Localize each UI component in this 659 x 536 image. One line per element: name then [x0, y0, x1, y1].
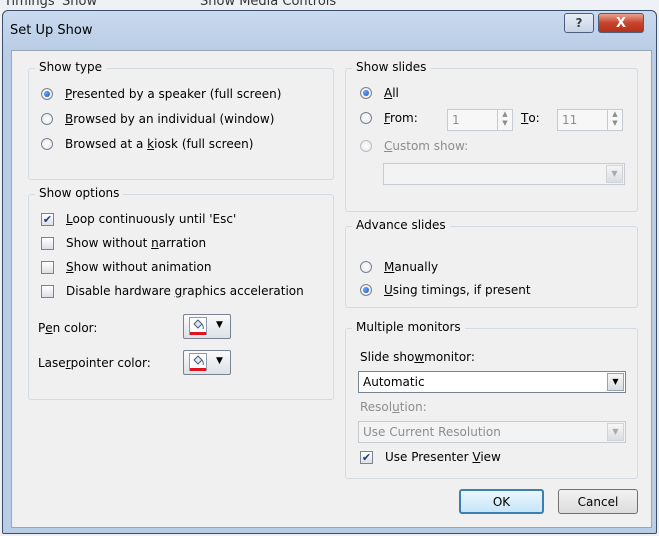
checkbox-label: Show without animation — [66, 260, 212, 274]
radio-label: From: — [384, 111, 418, 125]
background-ribbon: Timings Show Show Media Controls — [0, 0, 659, 10]
checkbox-label: Disable hardware graphics acceleration — [66, 284, 304, 298]
laser-color-swatch — [190, 368, 206, 371]
radio-indicator[interactable] — [41, 138, 53, 150]
radio-all-slides[interactable]: All — [360, 86, 399, 100]
radio-indicator[interactable] — [41, 113, 53, 125]
slide-show-monitor-label: Slide sho w monitor: — [360, 350, 475, 364]
laser-color-label: Lase r pointer color: — [38, 356, 151, 370]
multiple-monitors-group: Multiple monitors Slide sho w monitor: Au… — [345, 320, 638, 479]
laser-color-button[interactable]: ▼ — [183, 350, 231, 375]
checkbox[interactable]: ✔ — [360, 450, 373, 464]
radio-label: Browsed by an individual (window) — [65, 112, 275, 126]
checkbox-label: Use Presenter View — [385, 450, 501, 464]
to-label: To: — [521, 111, 540, 125]
chevron-down-icon: ▼ — [607, 373, 624, 391]
ribbon-tab-media-controls: Show Media Controls — [200, 0, 337, 9]
from-spin-buttons[interactable]: ▲ ▼ — [497, 110, 512, 130]
radio-manually[interactable]: Manually — [360, 260, 438, 274]
radio-label: Presented by a speaker (full screen) — [65, 87, 282, 101]
radio-indicator[interactable] — [360, 112, 372, 124]
check-use-presenter-view[interactable]: ✔ Use Presenter View — [360, 450, 501, 464]
to-spin-buttons[interactable]: ▲ ▼ — [607, 110, 622, 130]
show-slides-title: Show slides — [352, 60, 431, 74]
show-options-group: Show options ✔ Loop continuously until '… — [28, 186, 334, 400]
radio-indicator[interactable] — [360, 261, 372, 273]
show-type-group: Show type Presented by a speaker (full s… — [28, 60, 334, 180]
chevron-down-icon: ▼ — [606, 165, 623, 183]
radio-label: All — [384, 86, 399, 100]
radio-indicator[interactable] — [41, 88, 53, 100]
checkbox[interactable] — [41, 236, 54, 250]
check-without-animation[interactable]: Show without animation — [41, 260, 211, 274]
close-icon: X — [615, 15, 627, 31]
radio-label: Custom show: — [384, 139, 469, 153]
radio-custom-show[interactable]: Custom show: — [360, 139, 468, 153]
show-type-title: Show type — [35, 60, 106, 74]
chevron-down-icon: ▼ — [216, 356, 223, 366]
check-without-narration[interactable]: Show without narration — [41, 236, 206, 250]
resolution-label: Resol u tion: — [360, 400, 427, 414]
set-up-show-dialog: Set Up Show ? X Show type Presented by a… — [2, 10, 657, 534]
multiple-monitors-title: Multiple monitors — [352, 320, 465, 334]
show-slides-group: Show slides All From: 1 ▲ ▼ To: 11 ▲ ▼ C… — [345, 60, 638, 212]
checkbox-label: Loop continuously until 'Esc' — [66, 212, 237, 226]
slide-show-monitor-select[interactable]: Automatic ▼ — [358, 371, 626, 393]
checkbox-label: Show without narration — [66, 236, 207, 250]
radio-presented-by-speaker[interactable]: Presented by a speaker (full screen) — [41, 87, 281, 101]
radio-label: Manually — [384, 260, 439, 274]
radio-browsed-by-individual[interactable]: Browsed by an individual (window) — [41, 112, 274, 126]
resolution-select[interactable]: Use Current Resolution ▼ — [358, 421, 626, 443]
check-loop-continuously[interactable]: ✔ Loop continuously until 'Esc' — [41, 212, 236, 226]
check-disable-hw-acceleration[interactable]: Disable hardware graphics acceleration — [41, 284, 304, 298]
pen-color-button[interactable]: ▼ — [183, 314, 231, 339]
cancel-button[interactable]: Cancel — [558, 489, 638, 514]
radio-indicator[interactable] — [360, 284, 372, 296]
close-button[interactable]: X — [598, 13, 644, 33]
custom-show-select[interactable]: ▼ — [383, 163, 625, 185]
radio-from-slide[interactable]: From: — [360, 111, 418, 125]
pen-color-label: Pen color: — [38, 321, 98, 335]
radio-label: Browsed at a kiosk (full screen) — [65, 137, 254, 151]
help-icon: ? — [575, 16, 583, 30]
checkbox[interactable] — [41, 260, 54, 274]
dialog-title: Set Up Show — [10, 23, 93, 38]
ribbon-tab-show: Show — [62, 0, 98, 9]
radio-browsed-at-kiosk[interactable]: Browsed at a kiosk (full screen) — [41, 137, 253, 151]
help-button[interactable]: ? — [564, 13, 594, 33]
radio-label: Using timings, if present — [384, 283, 531, 297]
radio-indicator[interactable] — [360, 87, 372, 99]
checkbox[interactable] — [41, 284, 54, 298]
radio-using-timings[interactable]: Using timings, if present — [360, 283, 531, 297]
pen-color-swatch — [190, 332, 206, 335]
to-slide-input[interactable]: 11 ▲ ▼ — [557, 109, 623, 131]
chevron-down-icon: ▼ — [216, 320, 223, 330]
show-options-title: Show options — [35, 186, 124, 200]
advance-slides-group: Advance slides Manually Using timings, i… — [345, 218, 638, 308]
dialog-body: Show type Presented by a speaker (full s… — [11, 50, 652, 528]
ok-button[interactable]: OK — [459, 489, 544, 514]
chevron-down-icon: ▼ — [607, 423, 624, 441]
ribbon-tab-timings: Timings — [4, 0, 55, 9]
radio-indicator[interactable] — [360, 140, 372, 152]
from-slide-input[interactable]: 1 ▲ ▼ — [447, 109, 513, 131]
advance-slides-title: Advance slides — [352, 218, 450, 232]
checkbox[interactable]: ✔ — [41, 212, 54, 226]
